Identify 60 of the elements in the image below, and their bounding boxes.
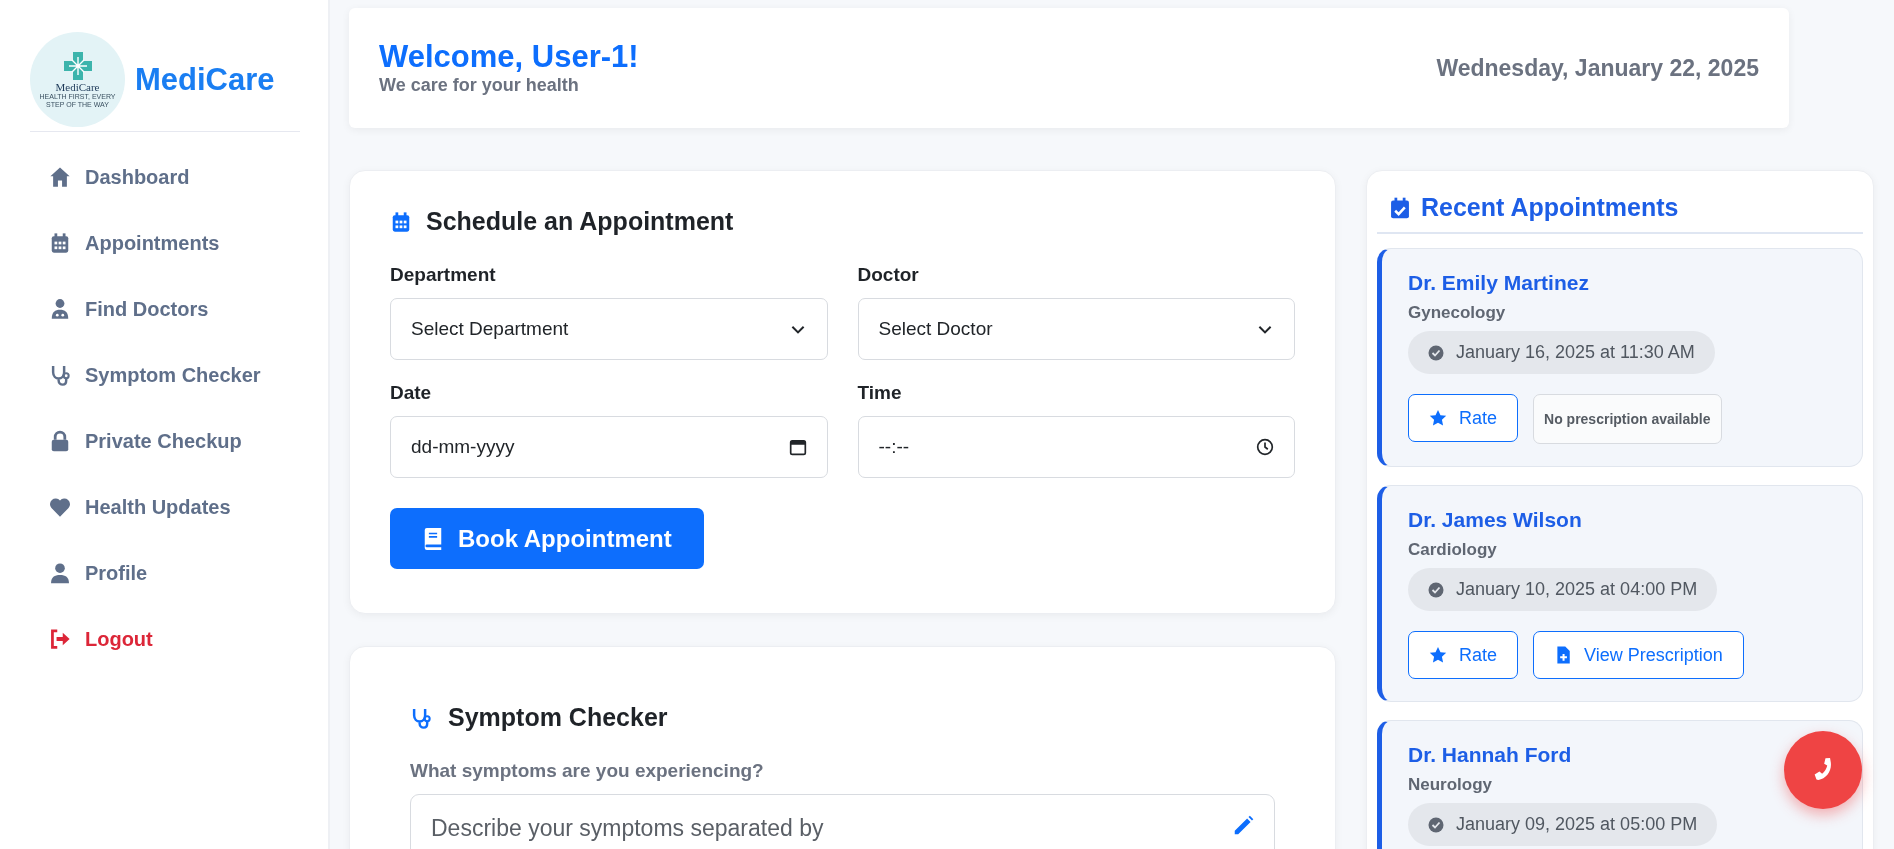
- nav-item[interactable]: Find Doctors: [30, 276, 300, 342]
- department-label: Neurology: [1408, 775, 1494, 795]
- brand-name: MediCare: [135, 61, 275, 98]
- appointment-time-text: January 09, 2025 at 05:00 PM: [1456, 814, 1698, 835]
- field-label: Doctor: [857, 264, 920, 286]
- logout-link[interactable]: Logout: [30, 606, 300, 672]
- welcome-subtitle: We care for your health: [379, 74, 580, 96]
- panel-title: Recent Appointments: [1421, 193, 1679, 222]
- nav-item[interactable]: Symptom Checker: [30, 342, 300, 408]
- time-field[interactable]: --:--: [857, 416, 1295, 478]
- star-icon: [1429, 409, 1447, 427]
- doctor-name: Dr. James Wilson: [1408, 508, 1583, 532]
- check-circle-icon: [1428, 581, 1444, 598]
- calendar-icon: [49, 232, 71, 254]
- field-label: What symptoms are you experiencing?: [410, 760, 765, 782]
- heart-icon: [49, 496, 71, 518]
- view-prescription-button[interactable]: View Prescription: [1533, 631, 1744, 679]
- book-appointment-button[interactable]: Book Appointment: [390, 508, 704, 569]
- doctor-name: Dr. Emily Martinez: [1408, 271, 1590, 295]
- current-date: Wednesday, January 22, 2025: [1436, 54, 1759, 82]
- logout-icon: [49, 628, 71, 650]
- field-label: Date: [390, 382, 433, 404]
- cross-icon: [62, 50, 93, 81]
- calendar-icon: [788, 438, 807, 456]
- rate-button[interactable]: Rate: [1408, 631, 1519, 679]
- stethoscope-icon: [49, 364, 71, 386]
- check-circle-icon: [1428, 816, 1444, 833]
- nav-item[interactable]: Profile: [30, 540, 300, 606]
- appointment-time-text: January 10, 2025 at 04:00 PM: [1456, 579, 1698, 600]
- field-label: Time: [857, 382, 903, 404]
- file-icon: [1554, 646, 1573, 664]
- welcome-heading: Welcome, User-1!: [379, 40, 639, 75]
- department-label: Gynecology: [1408, 303, 1507, 323]
- check-circle-icon: [1428, 344, 1444, 361]
- nav-item[interactable]: Private Checkup: [30, 408, 300, 474]
- symptoms-field[interactable]: Describe your symptoms separated by: [410, 794, 1275, 849]
- clock-icon: [1256, 438, 1274, 456]
- calendar-icon: [390, 209, 412, 234]
- no-prescription-badge: No prescription available: [1533, 394, 1722, 444]
- user-icon: [49, 562, 71, 584]
- book-icon: [422, 526, 444, 551]
- card-title: Schedule an Appointment: [426, 207, 734, 236]
- logo-text: MediCare: [55, 80, 100, 93]
- doctor-name: Dr. Hannah Ford: [1408, 743, 1573, 767]
- home-icon: [49, 166, 71, 188]
- lock-icon: [49, 430, 71, 452]
- card-title: Symptom Checker: [448, 703, 668, 732]
- star-icon: [1429, 646, 1447, 664]
- pencil-icon: [1232, 815, 1254, 837]
- department-label: Cardiology: [1408, 540, 1498, 560]
- nav-item[interactable]: Health Updates: [30, 474, 300, 540]
- field-label: Department: [390, 264, 497, 286]
- select-field[interactable]: Select Department: [390, 298, 828, 360]
- nav-item[interactable]: Dashboard: [30, 144, 300, 210]
- appointment-time-text: January 16, 2025 at 11:30 AM: [1456, 342, 1695, 363]
- rate-button[interactable]: Rate: [1408, 394, 1519, 442]
- doctor-icon: [49, 298, 71, 320]
- select-field[interactable]: Select Doctor: [857, 298, 1295, 360]
- date-field[interactable]: dd-mm-yyyy: [390, 416, 828, 478]
- nav-item[interactable]: Appointments: [30, 210, 300, 276]
